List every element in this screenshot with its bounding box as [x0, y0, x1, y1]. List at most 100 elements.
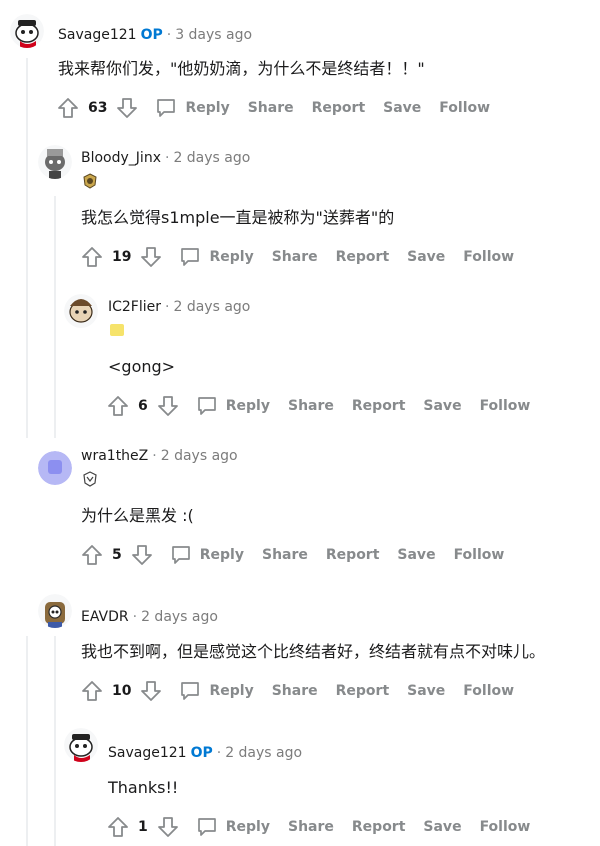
- timestamp[interactable]: 2 days ago: [225, 745, 302, 761]
- reply-label: Reply: [199, 547, 244, 563]
- share-button[interactable]: Share: [288, 398, 334, 414]
- comment-body: <gong>: [108, 357, 176, 376]
- comment-bubble-icon: [157, 99, 176, 117]
- comment-meta: Savage121 OP · 2 days ago: [108, 744, 302, 762]
- thread-line[interactable]: [26, 58, 28, 438]
- save-button[interactable]: Save: [407, 683, 445, 699]
- follow-button[interactable]: Follow: [454, 547, 505, 563]
- downvote-icon[interactable]: [156, 394, 180, 418]
- separator-dot: ·: [164, 150, 170, 166]
- reply-button[interactable]: Reply: [179, 246, 254, 268]
- save-button[interactable]: Save: [423, 819, 461, 835]
- author-name[interactable]: EAVDR: [81, 609, 129, 625]
- reply-button[interactable]: Reply: [155, 97, 230, 119]
- share-button[interactable]: Share: [248, 100, 294, 116]
- comment-bubble-icon: [197, 397, 216, 415]
- upvote-icon[interactable]: [80, 543, 104, 567]
- save-button[interactable]: Save: [423, 398, 461, 414]
- share-button[interactable]: Share: [262, 547, 308, 563]
- vote-score: 19: [112, 249, 132, 265]
- upvote-icon[interactable]: [80, 245, 104, 269]
- timestamp[interactable]: 2 days ago: [141, 609, 218, 625]
- timestamp[interactable]: 2 days ago: [161, 448, 238, 464]
- op-badge: OP: [140, 27, 163, 43]
- separator-dot: ·: [132, 609, 138, 625]
- reply-button[interactable]: Reply: [196, 395, 270, 417]
- report-button[interactable]: Report: [336, 249, 390, 265]
- follow-button[interactable]: Follow: [480, 398, 531, 414]
- comment-actions: 1 Reply Share Report Save Follow: [106, 813, 530, 841]
- comment-meta: IC2Flier · 2 days ago: [108, 298, 250, 316]
- comment-meta: Savage121 OP · 3 days ago: [58, 26, 252, 44]
- report-button[interactable]: Report: [352, 819, 406, 835]
- timestamp[interactable]: 3 days ago: [175, 27, 252, 43]
- share-button[interactable]: Share: [288, 819, 334, 835]
- comment-actions: 5 Reply Share Report Save Follow: [80, 541, 504, 569]
- comment-actions: 19 Reply Share Report Save Follow: [80, 243, 514, 271]
- yellow-flair-icon: [110, 324, 124, 336]
- team-flair-icon: [83, 173, 97, 189]
- vote-score: 10: [112, 683, 132, 699]
- follow-button[interactable]: Follow: [463, 683, 514, 699]
- thread-line[interactable]: [26, 636, 28, 846]
- save-button[interactable]: Save: [397, 547, 435, 563]
- snoo-avatar-icon[interactable]: [64, 728, 98, 762]
- downvote-icon[interactable]: [156, 815, 180, 839]
- downvote-icon[interactable]: [139, 245, 163, 269]
- op-badge: OP: [190, 745, 213, 761]
- save-button[interactable]: Save: [407, 249, 445, 265]
- vote-group: 1: [106, 815, 180, 839]
- comment-bubble-icon: [197, 818, 216, 836]
- thread-line[interactable]: [54, 196, 56, 438]
- separator-dot: ·: [166, 27, 172, 43]
- reply-label: Reply: [185, 100, 230, 116]
- reply-label: Reply: [209, 683, 254, 699]
- comment-meta: Bloody_Jinx · 2 days ago: [81, 149, 250, 167]
- comment-body: 我来帮你们发，"他奶奶滴，为什么不是终结者！！": [58, 59, 425, 78]
- reply-label: Reply: [225, 819, 270, 835]
- vote-score: 6: [138, 398, 148, 414]
- author-name[interactable]: IC2Flier: [108, 299, 161, 315]
- snoo-avatar-icon[interactable]: [64, 294, 98, 328]
- report-button[interactable]: Report: [326, 547, 380, 563]
- reply-button[interactable]: Reply: [179, 680, 254, 702]
- author-name[interactable]: Bloody_Jinx: [81, 150, 161, 166]
- share-button[interactable]: Share: [272, 683, 318, 699]
- author-name[interactable]: Savage121: [58, 27, 137, 43]
- report-button[interactable]: Report: [312, 100, 366, 116]
- comment-body: 我怎么觉得s1mple一直是被称为"送葬者"的: [81, 208, 395, 227]
- upvote-icon[interactable]: [80, 679, 104, 703]
- report-button[interactable]: Report: [352, 398, 406, 414]
- report-button[interactable]: Report: [336, 683, 390, 699]
- follow-button[interactable]: Follow: [463, 249, 514, 265]
- reply-button[interactable]: Reply: [170, 544, 244, 566]
- share-button[interactable]: Share: [272, 249, 318, 265]
- upvote-icon[interactable]: [106, 394, 130, 418]
- comment-body: Thanks!!: [108, 778, 179, 797]
- timestamp[interactable]: 2 days ago: [173, 150, 250, 166]
- snoo-avatar-icon[interactable]: [38, 145, 72, 179]
- comment-actions: 6 Reply Share Report Save Follow: [106, 392, 530, 420]
- snoo-avatar-icon[interactable]: [38, 594, 72, 628]
- upvote-icon[interactable]: [56, 96, 80, 120]
- reply-label: Reply: [209, 249, 254, 265]
- upvote-icon[interactable]: [106, 815, 130, 839]
- vote-group: 19: [80, 245, 163, 269]
- downvote-icon[interactable]: [139, 679, 163, 703]
- downvote-icon[interactable]: [115, 96, 139, 120]
- default-avatar-icon[interactable]: [38, 451, 72, 485]
- follow-button[interactable]: Follow: [439, 100, 490, 116]
- snoo-avatar-icon[interactable]: [10, 14, 44, 48]
- comment-bubble-icon: [181, 682, 200, 700]
- thread-line[interactable]: [54, 636, 56, 846]
- reply-button[interactable]: Reply: [196, 816, 270, 838]
- comment-actions: 10 Reply Share Report Save Follow: [80, 677, 514, 705]
- author-name[interactable]: Savage121: [108, 745, 187, 761]
- timestamp[interactable]: 2 days ago: [173, 299, 250, 315]
- downvote-icon[interactable]: [130, 543, 154, 567]
- author-name[interactable]: wra1theZ: [81, 448, 148, 464]
- comment-body: 为什么是黑发 :(: [81, 506, 194, 525]
- vote-score: 63: [88, 100, 108, 116]
- follow-button[interactable]: Follow: [480, 819, 531, 835]
- save-button[interactable]: Save: [383, 100, 421, 116]
